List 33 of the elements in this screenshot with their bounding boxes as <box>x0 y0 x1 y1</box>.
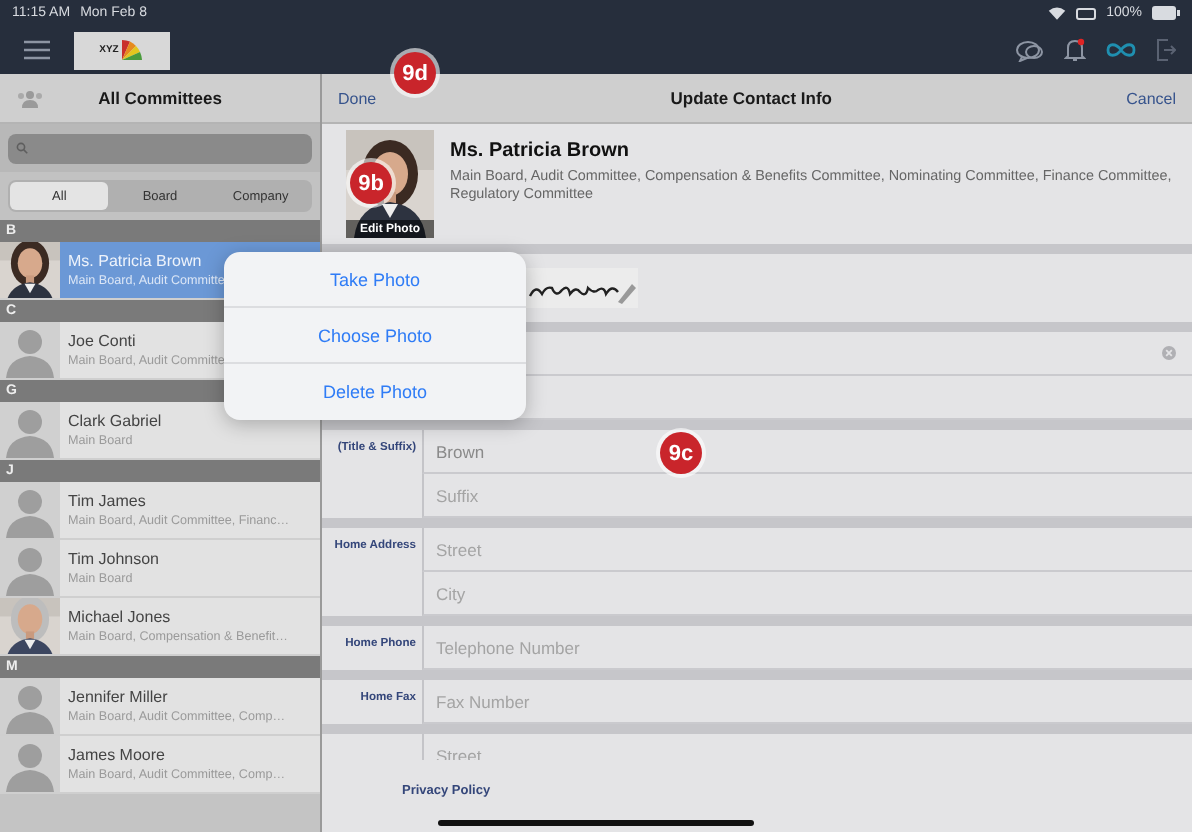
contact-name: Clark Gabriel <box>68 412 162 430</box>
text-field[interactable]: Suffix <box>422 474 1192 518</box>
text-field[interactable]: Telephone Number <box>422 626 1192 670</box>
contact-name: Tim Johnson <box>68 550 159 568</box>
people-icon <box>16 89 44 107</box>
bell-icon[interactable] <box>1064 38 1086 62</box>
contact-name: Michael Jones <box>68 608 173 626</box>
wifi-icon <box>1048 6 1067 20</box>
text-field[interactable]: Fax Number <box>422 680 1192 724</box>
battery-icon <box>1152 6 1180 20</box>
contact-name: Joe Conti <box>68 332 138 350</box>
menu-icon[interactable] <box>24 40 50 60</box>
contact-name: Tim James <box>68 492 148 510</box>
contact-name: Ms. Patricia Brown <box>450 140 631 162</box>
contact-name: Jennifer Miller <box>68 688 170 706</box>
exit-icon[interactable] <box>1156 38 1176 62</box>
search-field[interactable] <box>8 133 312 163</box>
search-icon <box>16 142 28 154</box>
menu-item[interactable]: Take Photo <box>224 252 526 308</box>
chat-icon[interactable] <box>1016 39 1044 61</box>
text-field[interactable]: City <box>422 572 1192 616</box>
cancel-button[interactable]: Cancel <box>1126 89 1176 107</box>
contact-name: Ms. Patricia Brown <box>68 252 204 270</box>
clear-icon[interactable] <box>1162 346 1176 360</box>
contact-name: James Moore <box>68 746 167 764</box>
menu-item[interactable]: Choose Photo <box>224 308 526 364</box>
lte-icon <box>1076 7 1097 19</box>
color-fan-icon <box>120 38 145 62</box>
text-field[interactable]: Street <box>422 528 1192 572</box>
infinity-icon[interactable] <box>1106 42 1136 58</box>
sidebar-title: All Committees <box>98 88 222 108</box>
done-button[interactable]: Done <box>338 89 377 107</box>
page-title: Update Contact Info <box>670 88 832 108</box>
